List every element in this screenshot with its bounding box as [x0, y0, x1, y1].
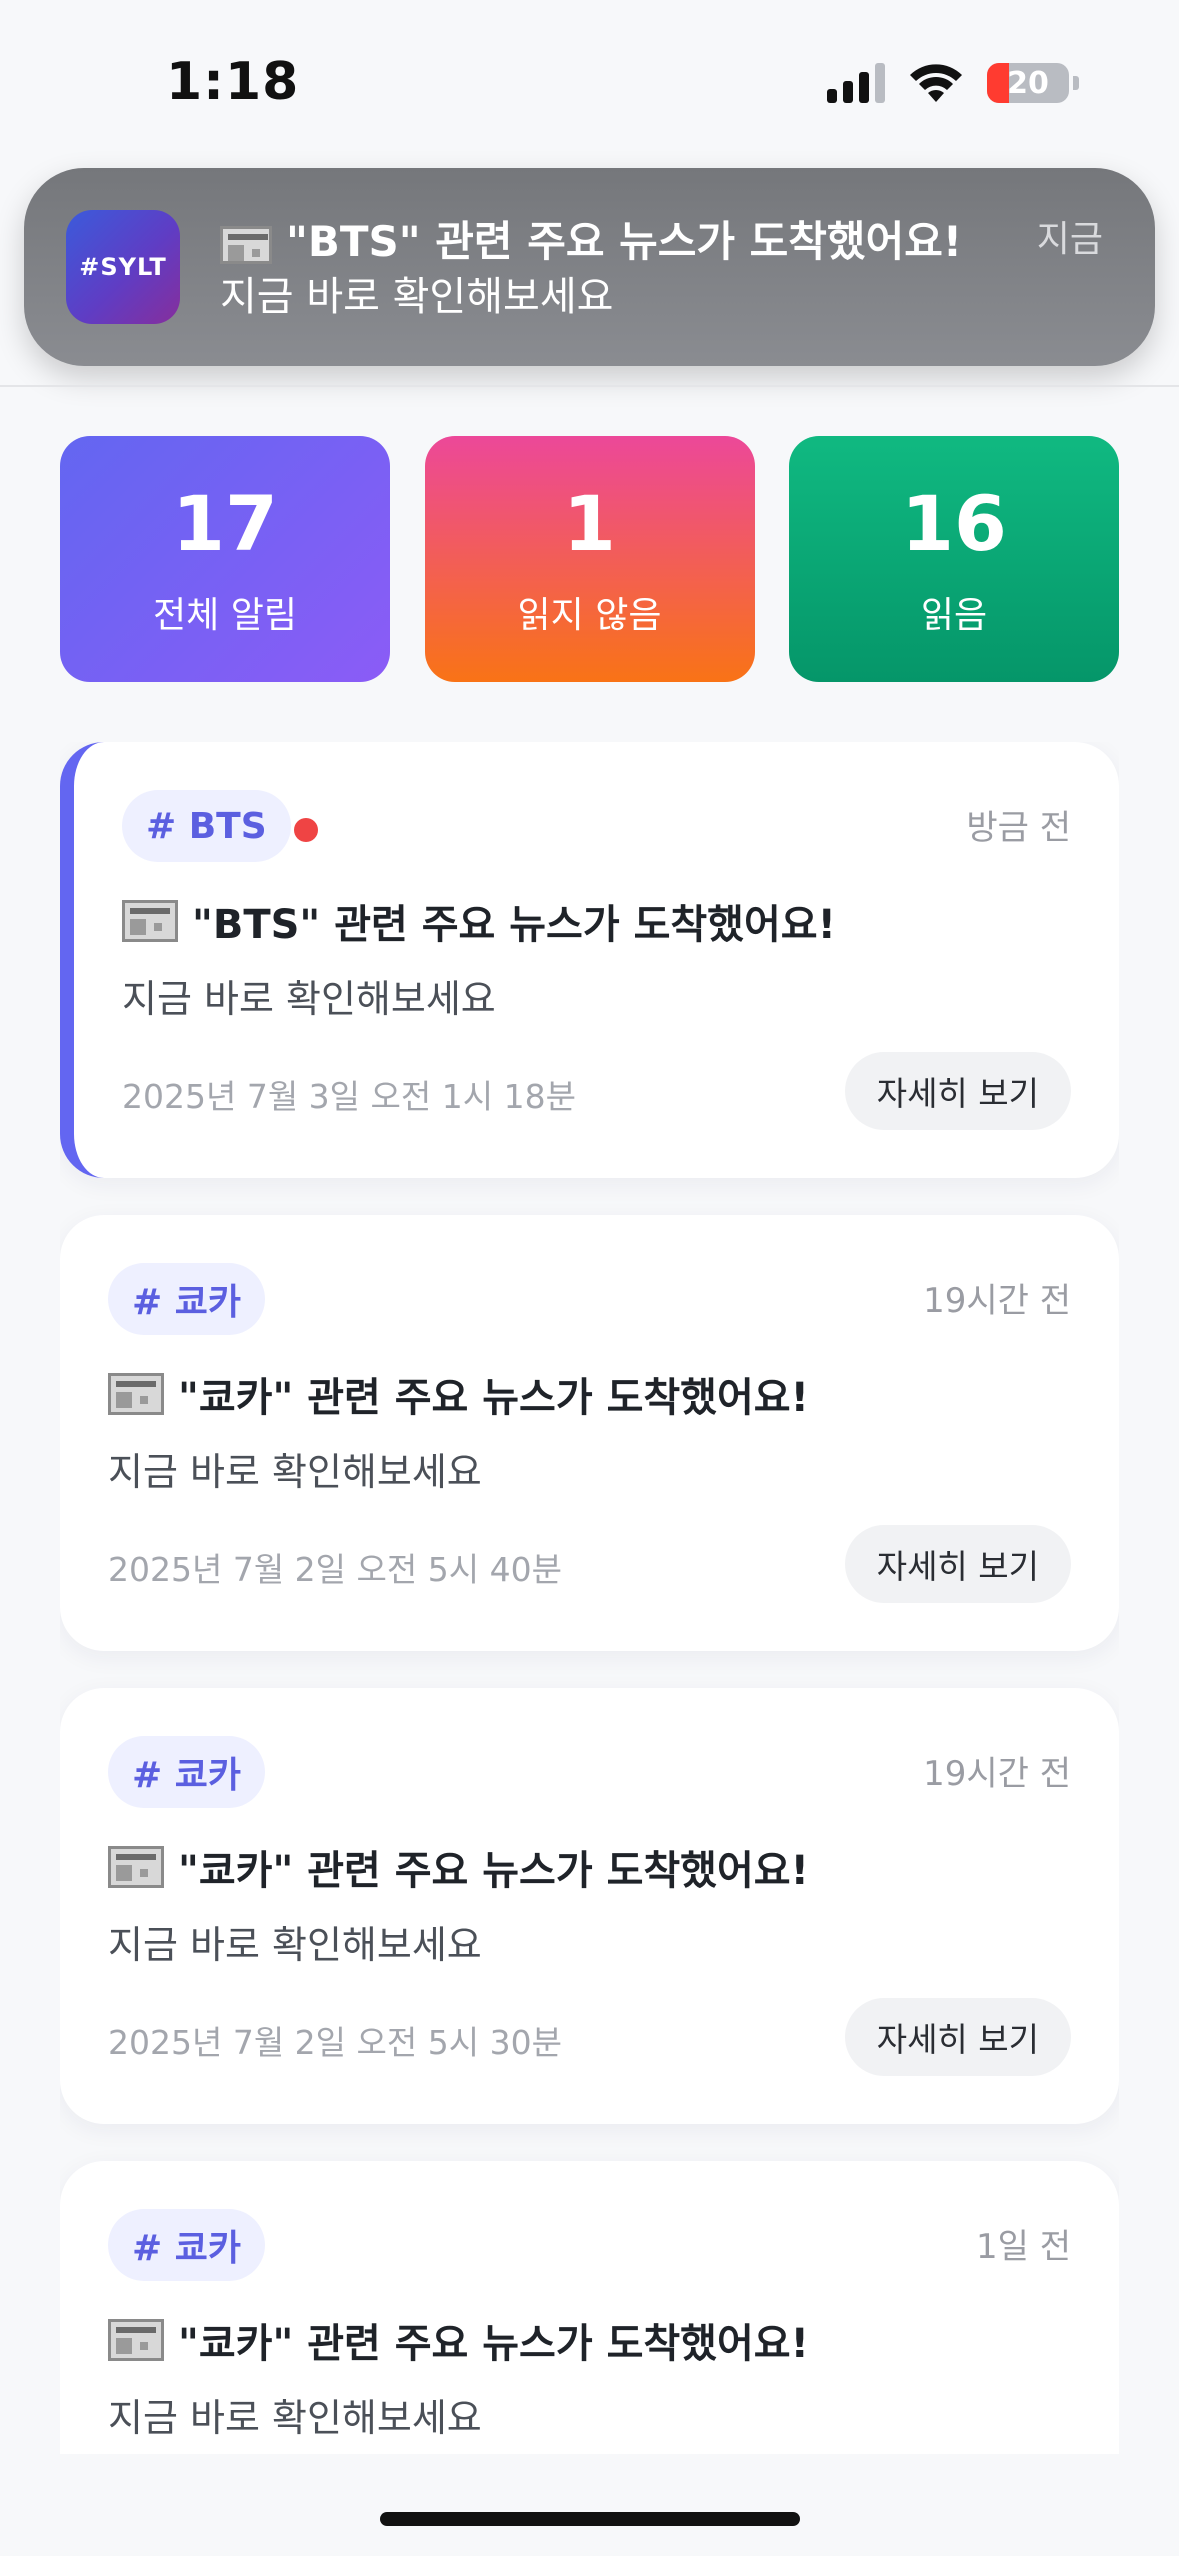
stat-label: 읽지 않음 [517, 595, 662, 636]
view-details-button[interactable]: 자세히 보기 [844, 1052, 1071, 1130]
notification-title: "BTS" 관련 주요 뉴스가 도착했어요! [122, 892, 836, 950]
notification-date: 2025년 7월 2일 오전 5시 30분 [108, 2023, 562, 2062]
newspaper-icon [108, 1846, 164, 1888]
keyword-tag: # 쿄카 [108, 1263, 265, 1335]
keyword-tag: # 쿄카 [108, 1736, 265, 1808]
notification-title: "쿄카" 관련 주요 뉴스가 도착했어요! [108, 2311, 809, 2369]
app-icon: #SYLT [66, 210, 180, 324]
unread-dot-icon [294, 818, 318, 842]
stat-label: 전체 알림 [153, 595, 297, 636]
relative-time: 19시간 전 [923, 1281, 1071, 1321]
newspaper-icon [108, 2319, 164, 2361]
notification-card[interactable]: # 쿄카 19시간 전 "쿄카" 관련 주요 뉴스가 도착했어요! 지금 바로 … [60, 1215, 1119, 1651]
stat-value: 1 [563, 479, 616, 568]
notification-card[interactable]: # 쿄카 19시간 전 "쿄카" 관련 주요 뉴스가 도착했어요! 지금 바로 … [60, 1688, 1119, 2124]
battery-percent: 20 [1007, 65, 1049, 101]
stats-row: 17 전체 알림 1 읽지 않음 16 읽음 [60, 436, 1119, 682]
stat-total[interactable]: 17 전체 알림 [60, 436, 390, 682]
notification-date: 2025년 7월 3일 오전 1시 18분 [122, 1077, 576, 1116]
status-indicators: 20 [827, 62, 1079, 104]
wifi-icon [910, 64, 962, 102]
push-notification-banner[interactable]: #SYLT "BTS" 관련 주요 뉴스가 도착했어요! 지금 바로 확인해보세… [24, 168, 1155, 366]
notification-date: 2025년 7월 2일 오전 5시 40분 [108, 1550, 562, 1589]
home-indicator[interactable] [380, 2512, 800, 2526]
status-time: 1:18 [166, 52, 300, 112]
keyword-tag: # BTS [122, 790, 291, 862]
status-bar: 1:18 20 [0, 0, 1179, 160]
stat-label: 읽음 [920, 595, 988, 636]
notification-title: "쿄카" 관련 주요 뉴스가 도착했어요! [108, 1838, 809, 1896]
cellular-signal-icon [827, 63, 885, 103]
notification-body: 지금 바로 확인해보세요 [122, 977, 496, 1021]
stat-value: 16 [901, 479, 1007, 568]
newspaper-icon [220, 225, 272, 264]
notification-card[interactable]: # BTS 방금 전 "BTS" 관련 주요 뉴스가 도착했어요! 지금 바로 … [60, 742, 1119, 1178]
banner-title: "BTS" 관련 주요 뉴스가 도착했어요! [220, 208, 962, 269]
notification-body: 지금 바로 확인해보세요 [108, 1450, 482, 1494]
notification-card[interactable]: # 쿄카 1일 전 "쿄카" 관련 주요 뉴스가 도착했어요! 지금 바로 확인… [60, 2161, 1119, 2454]
newspaper-icon [108, 1373, 164, 1415]
relative-time: 1일 전 [976, 2227, 1071, 2267]
relative-time: 방금 전 [966, 808, 1071, 848]
stat-value: 17 [172, 479, 278, 568]
notification-list[interactable]: # BTS 방금 전 "BTS" 관련 주요 뉴스가 도착했어요! 지금 바로 … [60, 742, 1119, 2454]
divider [0, 385, 1179, 387]
relative-time: 19시간 전 [923, 1754, 1071, 1794]
notification-body: 지금 바로 확인해보세요 [108, 1923, 482, 1967]
newspaper-icon [122, 900, 178, 942]
screen: 1:18 20 #SYLT "BTS" 관련 주요 뉴스가 도착했어요! 지금 … [0, 0, 1179, 2556]
keyword-tag: # 쿄카 [108, 2209, 265, 2281]
banner-time: 지금 [1036, 219, 1103, 260]
notification-body: 지금 바로 확인해보세요 [108, 2396, 482, 2440]
view-details-button[interactable]: 자세히 보기 [844, 1525, 1071, 1603]
stat-read[interactable]: 16 읽음 [789, 436, 1119, 682]
view-details-button[interactable]: 자세히 보기 [844, 1998, 1071, 2076]
notification-title: "쿄카" 관련 주요 뉴스가 도착했어요! [108, 1365, 809, 1423]
stat-unread[interactable]: 1 읽지 않음 [424, 436, 755, 682]
battery-icon: 20 [987, 63, 1069, 103]
banner-body: 지금 바로 확인해보세요 [220, 274, 614, 320]
